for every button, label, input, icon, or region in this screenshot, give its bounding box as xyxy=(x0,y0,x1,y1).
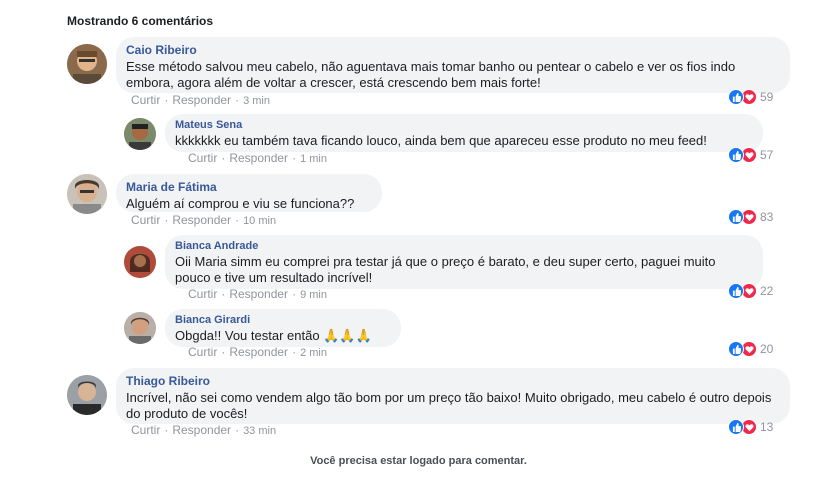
comment-time[interactable]: 33 min xyxy=(243,425,276,437)
comments-count-title: Mostrando 6 comentários xyxy=(67,14,214,28)
comment-author[interactable]: Bianca Andrade xyxy=(175,240,753,253)
avatar[interactable] xyxy=(124,118,156,150)
comment-author[interactable]: Caio Ribeiro xyxy=(126,43,780,58)
reactions[interactable]: 13 xyxy=(728,419,773,435)
comment-author[interactable]: Mateus Sena xyxy=(175,119,753,132)
like-reaction-icon xyxy=(728,147,744,163)
avatar[interactable] xyxy=(67,375,107,415)
comment-bubble: Maria de Fátima Alguém aí comprou e viu … xyxy=(116,174,382,212)
reply-link[interactable]: Responder xyxy=(229,151,288,165)
comment-text: kkkkkkk eu também tava ficando louco, ai… xyxy=(175,133,707,148)
comment-time[interactable]: 3 min xyxy=(243,95,270,107)
like-link[interactable]: Curtir xyxy=(131,423,160,437)
comment-time[interactable]: 10 min xyxy=(243,215,276,227)
avatar[interactable] xyxy=(124,312,156,344)
like-reaction-icon xyxy=(728,283,744,299)
praying-hands-emoji: 🙏🙏🙏 xyxy=(323,329,372,344)
reply-link[interactable]: Responder xyxy=(172,423,231,437)
login-notice: Você precisa estar logado para comentar. xyxy=(310,455,527,467)
reaction-count: 13 xyxy=(760,420,774,434)
comment-actions: Curtir · Responder · 10 min xyxy=(131,213,277,227)
reply-link[interactable]: Responder xyxy=(172,213,231,227)
like-link[interactable]: Curtir xyxy=(188,345,217,359)
avatar[interactable] xyxy=(124,246,156,278)
comment-actions: Curtir · Responder · 2 min xyxy=(188,345,327,359)
comment-text: Obgda!! Vou testar então 🙏🙏🙏 xyxy=(175,328,372,344)
comment-actions: Curtir · Responder · 3 min xyxy=(131,93,270,107)
comment-actions: Curtir · Responder · 1 min xyxy=(188,151,327,165)
like-reaction-icon xyxy=(728,341,744,357)
like-link[interactable]: Curtir xyxy=(131,93,160,107)
reaction-count: 20 xyxy=(760,342,774,356)
comment-bubble: Thiago Ribeiro Incrível, não sei como ve… xyxy=(116,368,790,424)
comment-actions: Curtir · Responder · 33 min xyxy=(131,423,277,437)
reaction-count: 22 xyxy=(760,284,774,298)
comment-bubble: Bianca Andrade Oii Maria simm eu comprei… xyxy=(165,235,763,289)
comment-author[interactable]: Bianca Girardi xyxy=(175,314,391,327)
comment-actions: Curtir · Responder · 9 min xyxy=(188,287,327,301)
reactions[interactable]: 57 xyxy=(728,147,773,163)
like-reaction-icon xyxy=(728,209,744,225)
reactions[interactable]: 20 xyxy=(728,341,773,357)
reply-link[interactable]: Responder xyxy=(229,287,288,301)
comment-time[interactable]: 1 min xyxy=(300,153,327,165)
reply-link[interactable]: Responder xyxy=(172,93,231,107)
comment-text: Oii Maria simm eu comprei pra testar já … xyxy=(175,254,716,285)
like-reaction-icon xyxy=(728,89,744,105)
reaction-count: 83 xyxy=(760,210,774,224)
comment-time[interactable]: 2 min xyxy=(300,347,327,359)
comment-text: Alguém aí comprou e viu se funciona?? xyxy=(126,196,355,211)
comment-bubble: Mateus Sena kkkkkkk eu também tava fican… xyxy=(165,114,763,152)
comment-bubble: Bianca Girardi Obgda!! Vou testar então … xyxy=(165,309,401,347)
comment-bubble: Caio Ribeiro Esse método salvou meu cabe… xyxy=(116,37,790,93)
like-reaction-icon xyxy=(728,419,744,435)
comment-author[interactable]: Thiago Ribeiro xyxy=(126,374,780,389)
comment-time[interactable]: 9 min xyxy=(300,289,327,301)
avatar[interactable] xyxy=(67,174,107,214)
comment-author[interactable]: Maria de Fátima xyxy=(126,180,372,195)
reactions[interactable]: 59 xyxy=(728,89,773,105)
comment-text: Esse método salvou meu cabelo, não aguen… xyxy=(126,59,736,90)
reactions[interactable]: 22 xyxy=(728,283,773,299)
comment-text: Incrível, não sei como vendem algo tão b… xyxy=(126,390,772,421)
reply-link[interactable]: Responder xyxy=(229,345,288,359)
reaction-count: 59 xyxy=(760,90,774,104)
like-link[interactable]: Curtir xyxy=(188,151,217,165)
avatar[interactable] xyxy=(67,44,107,84)
like-link[interactable]: Curtir xyxy=(188,287,217,301)
like-link[interactable]: Curtir xyxy=(131,213,160,227)
reactions[interactable]: 83 xyxy=(728,209,773,225)
reaction-count: 57 xyxy=(760,148,774,162)
